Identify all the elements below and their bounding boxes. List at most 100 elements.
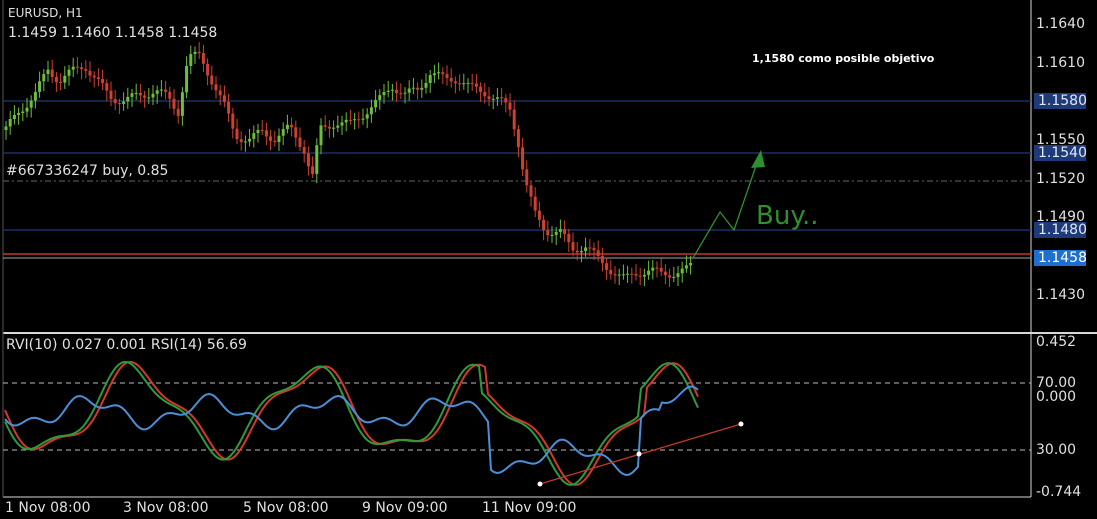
candle-body bbox=[403, 92, 407, 94]
candle-body bbox=[689, 263, 693, 266]
candle-body bbox=[63, 75, 67, 83]
candle-body bbox=[197, 51, 201, 54]
candle-body bbox=[365, 114, 369, 119]
buy-annotation[interactable]: Buy.. bbox=[756, 201, 819, 231]
candle-body bbox=[428, 75, 432, 83]
candle-body bbox=[38, 81, 42, 92]
price-tick: 1.1520 bbox=[1036, 171, 1085, 187]
indicator-tick: 30.00 bbox=[1036, 442, 1077, 458]
candle-body bbox=[672, 276, 676, 278]
candle-body bbox=[369, 107, 373, 115]
candle-body bbox=[210, 75, 214, 85]
candle-body bbox=[382, 91, 386, 96]
candle-body bbox=[105, 83, 109, 91]
price-tick: 1.1430 bbox=[1036, 287, 1085, 303]
candle-body bbox=[374, 100, 378, 108]
candle-body bbox=[487, 96, 491, 100]
candle-body bbox=[88, 70, 92, 76]
candle-body bbox=[147, 97, 151, 99]
candle-body bbox=[483, 91, 487, 97]
candle-body bbox=[54, 77, 58, 82]
time-tick: 3 Nov 08:00 bbox=[123, 500, 209, 516]
candle-body bbox=[71, 66, 75, 70]
time-tick: 5 Nov 08:00 bbox=[243, 500, 329, 516]
candle-body bbox=[92, 75, 96, 78]
candle-body bbox=[273, 140, 277, 142]
symbol-label: EURUSD, H1 bbox=[8, 6, 83, 20]
candle-body bbox=[504, 98, 508, 103]
candle-body bbox=[130, 93, 134, 97]
candle-body bbox=[495, 97, 499, 99]
candle-body bbox=[50, 69, 54, 78]
candle-body bbox=[390, 89, 394, 91]
candle-body bbox=[168, 91, 172, 99]
candle-body bbox=[462, 83, 466, 85]
candle-body bbox=[533, 196, 537, 211]
candle-body bbox=[546, 230, 550, 236]
candle-body bbox=[193, 51, 197, 55]
candle-body bbox=[512, 109, 516, 130]
candle-body bbox=[269, 136, 273, 141]
candle-body bbox=[206, 63, 210, 76]
candle-body bbox=[306, 153, 310, 167]
candle-body bbox=[101, 79, 105, 84]
candle-body bbox=[315, 145, 319, 174]
candle-body bbox=[231, 113, 235, 129]
candle-body bbox=[642, 274, 646, 277]
candle-body bbox=[33, 91, 37, 101]
candle-body bbox=[294, 127, 298, 138]
candle-body bbox=[579, 251, 583, 253]
candle-body bbox=[605, 263, 609, 270]
candle-body bbox=[67, 69, 71, 76]
candle-body bbox=[109, 90, 113, 100]
candle-body bbox=[344, 119, 348, 123]
candle-body bbox=[281, 129, 285, 136]
price-tick: 1.1610 bbox=[1036, 55, 1085, 71]
candle-body bbox=[449, 77, 453, 82]
candle-body bbox=[613, 274, 617, 276]
candle-body bbox=[17, 113, 21, 115]
time-tick: 11 Nov 09:00 bbox=[482, 500, 577, 516]
candle-body bbox=[285, 124, 289, 130]
candle-body bbox=[4, 126, 8, 130]
candle-body bbox=[96, 77, 100, 80]
candle-body bbox=[567, 233, 571, 243]
candle-body bbox=[143, 95, 147, 98]
candle-body bbox=[252, 133, 256, 139]
candle-body bbox=[159, 89, 163, 91]
candle-body bbox=[453, 81, 457, 84]
candle-body bbox=[508, 102, 512, 110]
candle-body bbox=[113, 99, 117, 104]
level-badge-1580: 1.1580 bbox=[1034, 93, 1087, 109]
candle-body bbox=[525, 169, 529, 186]
candle-body bbox=[424, 82, 428, 88]
candle-body bbox=[554, 231, 558, 235]
candle-body bbox=[336, 125, 340, 128]
candle-body bbox=[176, 108, 180, 116]
candle-body bbox=[155, 90, 159, 94]
candle-body bbox=[185, 65, 189, 93]
target-annotation[interactable]: 1,1580 como posible objetivo bbox=[752, 52, 934, 65]
candle-body bbox=[201, 53, 205, 64]
indicator-tick: -0.744 bbox=[1036, 484, 1082, 500]
ohlc-readout: 1.1459 1.1460 1.1458 1.1458 bbox=[8, 25, 218, 41]
time-tick: 1 Nov 08:00 bbox=[5, 500, 91, 516]
candle-body bbox=[395, 89, 399, 94]
candle-body bbox=[399, 93, 403, 95]
candle-body bbox=[75, 66, 79, 68]
candle-body bbox=[264, 130, 268, 137]
candle-body bbox=[474, 83, 478, 87]
candle-body bbox=[516, 129, 520, 148]
candle-body bbox=[466, 82, 470, 84]
candle-body bbox=[378, 95, 382, 101]
candle-body bbox=[407, 88, 411, 93]
candle-body bbox=[600, 255, 604, 264]
order-label[interactable]: #667336247 buy, 0.85 bbox=[6, 163, 168, 179]
candle-body bbox=[218, 90, 222, 96]
candle-body bbox=[491, 98, 495, 100]
chart-canvas[interactable] bbox=[0, 0, 1097, 519]
candle-body bbox=[214, 84, 218, 91]
candle-body bbox=[592, 248, 596, 251]
candle-body bbox=[609, 269, 613, 275]
candle-body bbox=[575, 250, 579, 253]
